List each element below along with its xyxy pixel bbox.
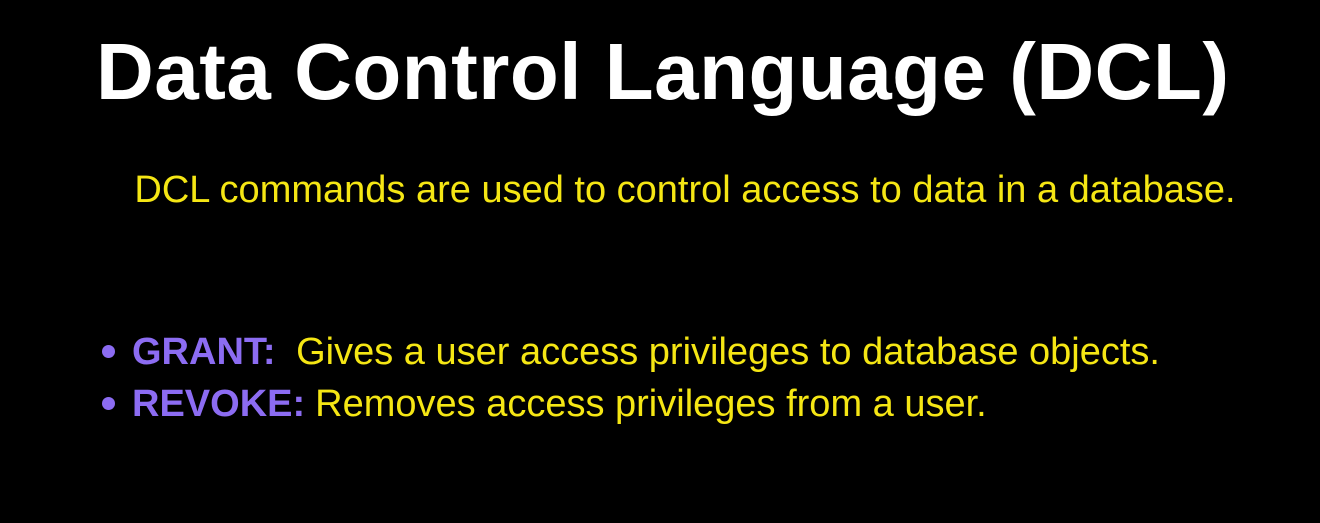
bullet-text: Removes access privileges from a user.	[315, 383, 987, 425]
bullet-term: GRANT:	[132, 331, 276, 373]
bullet-item-revoke: REVOKE: Removes access privileges from a …	[100, 380, 1160, 428]
bullet-item-grant: GRANT: Gives a user access privileges to…	[100, 328, 1160, 376]
slide-title: Data Control Language (DCL)	[96, 27, 1230, 116]
bullet-dot-icon	[102, 345, 115, 358]
bullet-text: Gives a user access privileges to databa…	[285, 331, 1160, 373]
bullet-list: GRANT: Gives a user access privileges to…	[100, 328, 1160, 432]
bullet-dot-icon	[102, 397, 115, 410]
slide-description: DCL commands are used to control access …	[134, 169, 1236, 211]
slide: Data Control Language (DCL) DCL commands…	[0, 0, 1320, 523]
bullet-term: REVOKE:	[132, 383, 306, 425]
